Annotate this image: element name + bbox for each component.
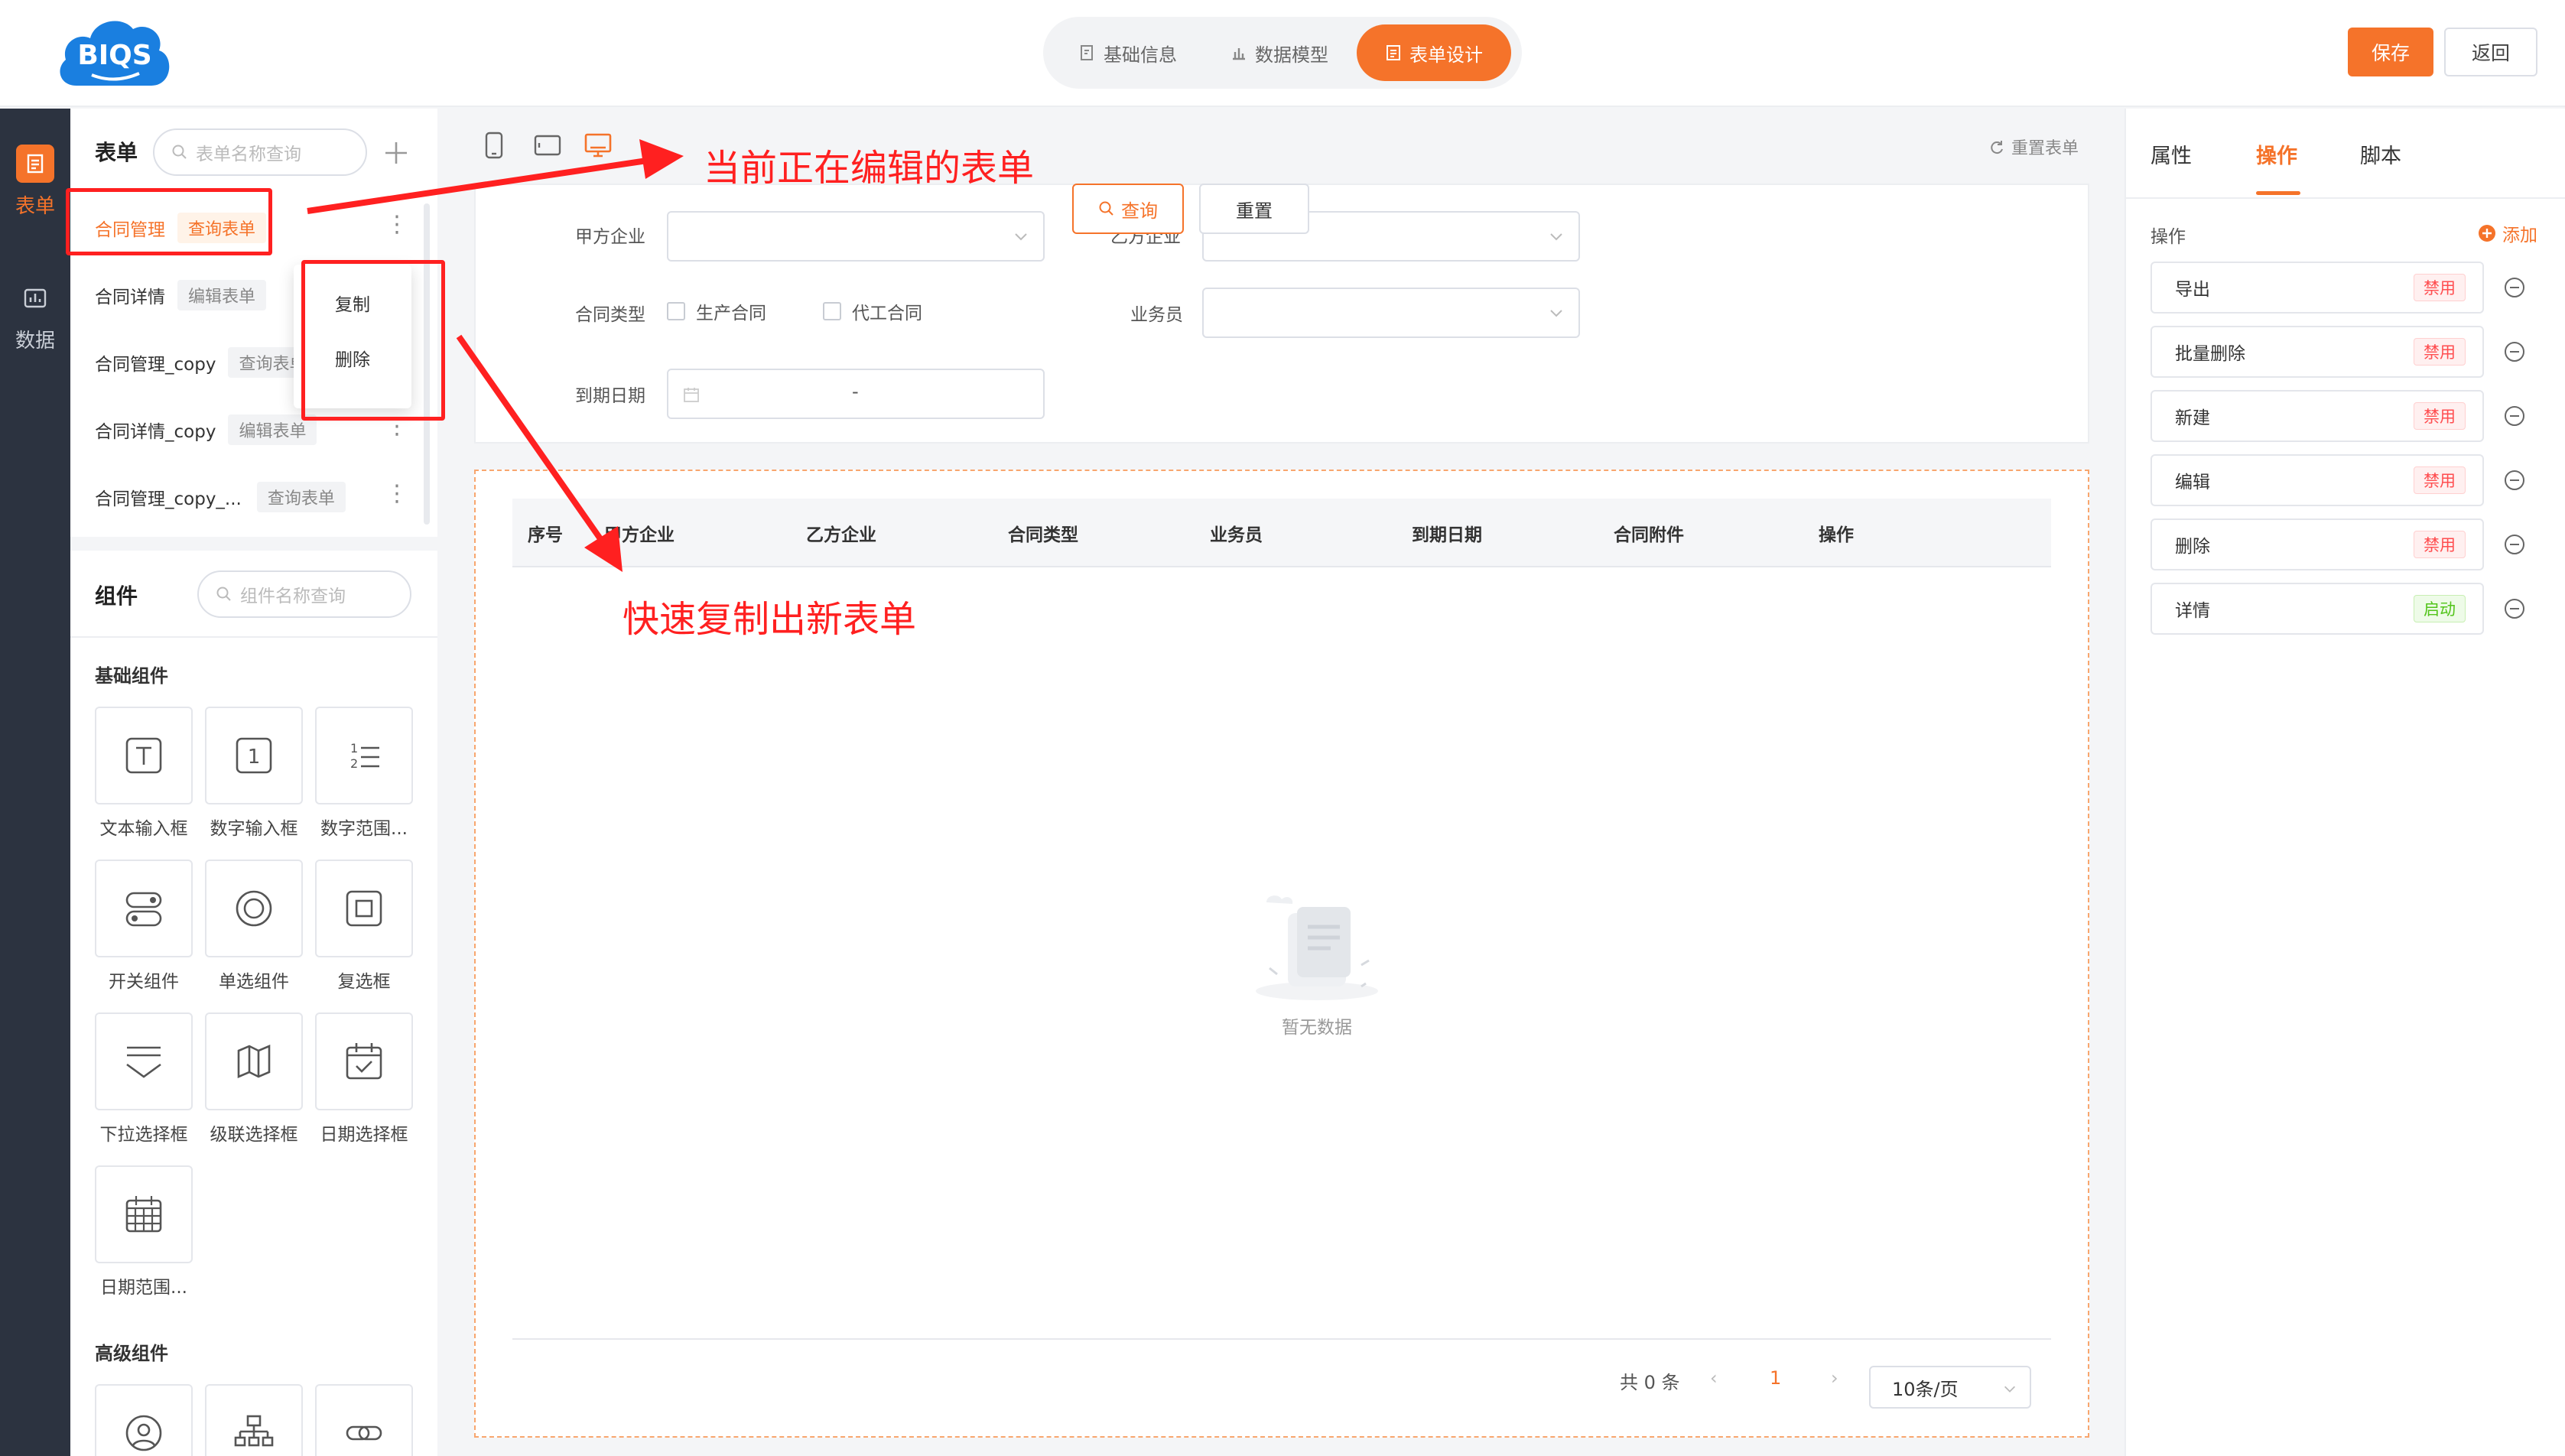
annotation-current-form: 当前正在编辑的表单 — [704, 147, 1035, 190]
annotation-quick-copy: 快速复制出新表单 — [623, 598, 917, 641]
annotation-arrows — [307, 139, 684, 572]
